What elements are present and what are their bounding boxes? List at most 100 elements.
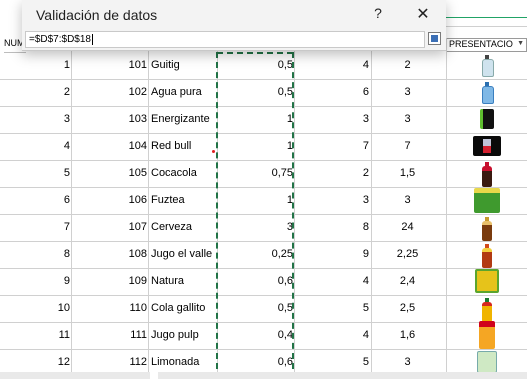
- cell-image[interactable]: [447, 106, 527, 133]
- cell-id[interactable]: 107: [72, 214, 147, 241]
- cell-quantity[interactable]: 2: [295, 160, 369, 187]
- table-row[interactable]: 4 104 Red bull 1 7 7: [0, 133, 527, 161]
- table-row[interactable]: 8 108 Jugo el valle 0,25 9 2,25: [0, 241, 527, 269]
- table-row[interactable]: 3 103 Energizante 1 3 3: [0, 106, 527, 134]
- cell-quantity[interactable]: 4: [295, 322, 369, 349]
- cell-image[interactable]: [447, 187, 527, 214]
- cell-quantity[interactable]: 3: [295, 187, 369, 214]
- cell-name[interactable]: Jugo el valle: [151, 241, 215, 268]
- cell-num[interactable]: 8: [0, 241, 70, 268]
- column-header-presentacion[interactable]: PRESENTACIO ▼: [446, 38, 527, 52]
- cell-size[interactable]: 0,75: [219, 160, 293, 187]
- cell-name[interactable]: Cola gallito: [151, 295, 215, 322]
- cell-image[interactable]: [447, 160, 527, 188]
- cell-name[interactable]: Red bull: [151, 133, 215, 160]
- cell-image[interactable]: [447, 268, 527, 295]
- cell-quantity[interactable]: 8: [295, 214, 369, 241]
- cell-quantity[interactable]: 7: [295, 133, 369, 160]
- cell-image[interactable]: [447, 295, 527, 323]
- close-button[interactable]: ✕: [414, 4, 432, 24]
- cell-quantity[interactable]: 9: [295, 241, 369, 268]
- cell-total[interactable]: 7: [385, 133, 430, 160]
- table-row[interactable]: 5 105 Cocacola 0,75 2 1,5: [0, 160, 527, 188]
- cell-total[interactable]: 3: [385, 106, 430, 133]
- cell-total[interactable]: 2,5: [385, 295, 430, 322]
- cell-image[interactable]: [447, 52, 527, 79]
- cell-name[interactable]: Energizante: [151, 106, 215, 133]
- soda-bottle-icon: [481, 298, 493, 323]
- table-row[interactable]: 6 106 Fuztea 1 3 3: [0, 187, 527, 215]
- cell-id[interactable]: 104: [72, 133, 147, 160]
- cell-size[interactable]: 1: [219, 187, 293, 214]
- cell-id[interactable]: 101: [72, 52, 147, 79]
- table-row[interactable]: 2 102 Agua pura 0,5 6 3: [0, 79, 527, 107]
- expand-dialog-icon[interactable]: [428, 32, 441, 45]
- cell-id[interactable]: 111: [72, 322, 147, 349]
- horizontal-scrollbar[interactable]: [0, 372, 527, 379]
- cell-size[interactable]: 0,6: [219, 268, 293, 295]
- cell-num[interactable]: 5: [0, 160, 70, 187]
- cell-id[interactable]: 109: [72, 268, 147, 295]
- cell-image[interactable]: [447, 133, 527, 160]
- cola-bottle-icon: [481, 162, 493, 188]
- cell-name[interactable]: Jugo pulp: [151, 322, 215, 349]
- cell-num[interactable]: 3: [0, 106, 70, 133]
- cell-num[interactable]: 7: [0, 214, 70, 241]
- cell-name[interactable]: Cocacola: [151, 160, 215, 187]
- cell-id[interactable]: 110: [72, 295, 147, 322]
- cell-num[interactable]: 2: [0, 79, 70, 106]
- cell-name[interactable]: Cerveza: [151, 214, 215, 241]
- cell-num[interactable]: 9: [0, 268, 70, 295]
- table-row[interactable]: 1 101 Guitig 0,5 4 2: [0, 52, 527, 80]
- cell-size[interactable]: 0,5: [219, 52, 293, 79]
- energy-can-icon: [480, 109, 494, 130]
- cell-image[interactable]: [447, 321, 527, 350]
- cell-total[interactable]: 24: [385, 214, 430, 241]
- cell-name[interactable]: Fuztea: [151, 187, 215, 214]
- cell-size[interactable]: 0,5: [219, 79, 293, 106]
- cell-quantity[interactable]: 6: [295, 79, 369, 106]
- lemonade-bottle-icon: [477, 351, 497, 374]
- cell-id[interactable]: 106: [72, 187, 147, 214]
- cell-size[interactable]: 0,4: [219, 322, 293, 349]
- cell-quantity[interactable]: 3: [295, 106, 369, 133]
- cell-name[interactable]: Agua pura: [151, 79, 215, 106]
- cell-id[interactable]: 103: [72, 106, 147, 133]
- reference-input[interactable]: =$D$7:$D$18: [25, 31, 425, 48]
- cell-quantity[interactable]: 5: [295, 295, 369, 322]
- table-row[interactable]: 10 110 Cola gallito 0,5 5 2,5: [0, 295, 527, 323]
- cell-total[interactable]: 2,4: [385, 268, 430, 295]
- cell-image[interactable]: [447, 79, 527, 106]
- cell-image[interactable]: [447, 214, 527, 242]
- cell-size[interactable]: 3: [219, 214, 293, 241]
- cell-image[interactable]: [447, 241, 527, 269]
- cell-quantity[interactable]: 4: [295, 268, 369, 295]
- cell-name[interactable]: Guitig: [151, 52, 215, 79]
- cell-num[interactable]: 4: [0, 133, 70, 160]
- table-row[interactable]: 7 107 Cerveza 3 8 24: [0, 214, 527, 242]
- cell-size[interactable]: 0,25: [219, 241, 293, 268]
- cell-size[interactable]: 1: [219, 133, 293, 160]
- cell-id[interactable]: 108: [72, 241, 147, 268]
- cell-total[interactable]: 2: [385, 52, 430, 79]
- cell-total[interactable]: 3: [385, 79, 430, 106]
- cell-num[interactable]: 6: [0, 187, 70, 214]
- table-row[interactable]: 9 109 Natura 0,6 4 2,4: [0, 268, 527, 296]
- cell-total[interactable]: 1,6: [385, 322, 430, 349]
- cell-id[interactable]: 105: [72, 160, 147, 187]
- cell-size[interactable]: 1: [219, 106, 293, 133]
- cell-num[interactable]: 1: [0, 52, 70, 79]
- cell-id[interactable]: 102: [72, 79, 147, 106]
- dialog-title: Validación de datos: [36, 7, 158, 23]
- cell-total[interactable]: 3: [385, 187, 430, 214]
- cell-total[interactable]: 1,5: [385, 160, 430, 187]
- cell-num[interactable]: 11: [0, 322, 70, 349]
- cell-name[interactable]: Natura: [151, 268, 215, 295]
- cell-size[interactable]: 0,5: [219, 295, 293, 322]
- cell-total[interactable]: 2,25: [385, 241, 430, 268]
- cell-num[interactable]: 10: [0, 295, 70, 322]
- help-button[interactable]: ?: [370, 5, 386, 23]
- table-row[interactable]: 11 111 Jugo pulp 0,4 4 1,6: [0, 321, 527, 350]
- cell-quantity[interactable]: 4: [295, 52, 369, 79]
- filter-dropdown-icon[interactable]: ▼: [517, 40, 524, 47]
